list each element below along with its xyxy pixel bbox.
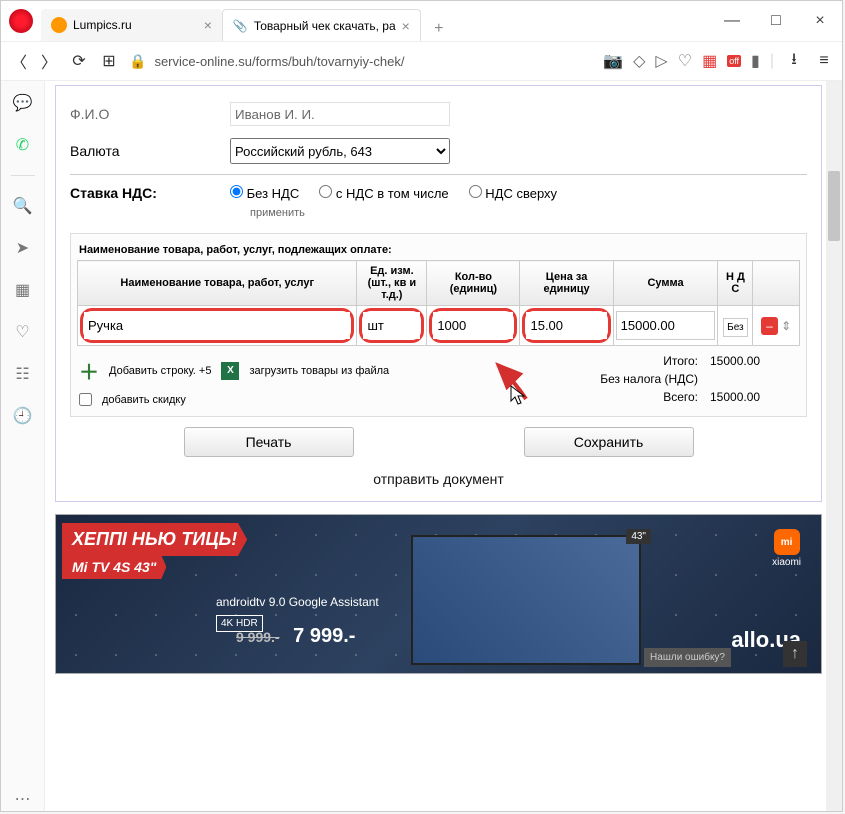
back-button[interactable]: 〈 bbox=[9, 51, 29, 71]
load-file-link[interactable]: загрузить товары из файла bbox=[249, 365, 389, 377]
banner-subtitle: Mi TV 4S 43" bbox=[62, 555, 166, 579]
url-text: service-online.su/forms/buh/tovarnyiy-ch… bbox=[154, 54, 404, 69]
favicon-check: 📎 bbox=[233, 19, 248, 33]
nds-label: Ставка НДС: bbox=[70, 185, 210, 201]
sum-output bbox=[616, 311, 716, 340]
nds-value[interactable]: Без bbox=[723, 318, 748, 337]
vsego-label: Всего: bbox=[663, 390, 698, 404]
col-nds: Н Д С bbox=[718, 261, 753, 306]
fio-input[interactable] bbox=[230, 102, 450, 126]
nds-opt-none[interactable]: Без НДС bbox=[230, 185, 299, 201]
ext-icon[interactable]: ▦ bbox=[702, 51, 717, 71]
tab-check[interactable]: 📎 Товарный чек скачать, ра × bbox=[222, 9, 421, 41]
discount-label: добавить скидку bbox=[102, 394, 186, 406]
close-button[interactable]: × bbox=[798, 5, 842, 37]
unit-input[interactable] bbox=[363, 312, 420, 339]
history-icon[interactable]: 🕘 bbox=[11, 404, 35, 428]
print-button[interactable]: Печать bbox=[184, 427, 354, 457]
reload-button[interactable]: ⟳ bbox=[69, 51, 89, 71]
news-icon[interactable]: ☷ bbox=[11, 362, 35, 386]
adblock-icon[interactable]: off bbox=[727, 55, 741, 67]
scrollbar[interactable] bbox=[826, 81, 842, 811]
sort-icon[interactable]: ⇕ bbox=[781, 319, 791, 333]
price-input[interactable] bbox=[526, 312, 606, 339]
opera-icon bbox=[9, 9, 33, 33]
address-bar[interactable]: 🔒 service-online.su/forms/buh/tovarnyiy-… bbox=[129, 53, 593, 70]
lock-icon: 🔒 bbox=[129, 53, 146, 70]
currency-select[interactable]: Российский рубль, 643 bbox=[230, 138, 450, 164]
qty-input[interactable] bbox=[433, 312, 513, 339]
itogo-value: 15000.00 bbox=[710, 354, 790, 368]
col-price: Цена за единицу bbox=[520, 261, 613, 306]
play-icon[interactable]: ▷ bbox=[655, 51, 667, 71]
table-row: Без – ⇕ bbox=[78, 306, 800, 346]
vsego-value: 15000.00 bbox=[710, 390, 790, 404]
heart-icon[interactable]: ♡ bbox=[11, 320, 35, 344]
bookmark-icon[interactable]: ▮ bbox=[751, 51, 760, 71]
col-unit: Ед. изм. (шт., кв и т.д.) bbox=[357, 261, 427, 306]
tv-size: 43" bbox=[626, 529, 651, 544]
close-icon[interactable]: × bbox=[204, 17, 212, 33]
tab-title: Lumpics.ru bbox=[73, 18, 132, 32]
whatsapp-icon[interactable]: ✆ bbox=[11, 133, 35, 157]
send-document-link[interactable]: отправить документ bbox=[70, 467, 807, 491]
col-actions bbox=[753, 261, 800, 306]
camera-icon[interactable]: 📷 bbox=[603, 51, 623, 71]
more-icon[interactable]: ⋯ bbox=[11, 787, 35, 811]
itogo-label: Итого: bbox=[663, 354, 698, 368]
banner-tech: androidtv 9.0 Google Assistant bbox=[216, 595, 379, 609]
table-title: Наименование товара, работ, услуг, подле… bbox=[77, 240, 800, 260]
tv-image: 43" bbox=[411, 535, 641, 665]
tab-lumpics[interactable]: Lumpics.ru × bbox=[41, 9, 222, 41]
items-table: Наименование товара, работ, услуг Ед. из… bbox=[77, 260, 800, 346]
xiaomi-logo: mi xiaomi bbox=[772, 529, 801, 568]
apply-link[interactable]: применить bbox=[70, 207, 807, 219]
new-tab-button[interactable]: + bbox=[427, 17, 451, 41]
name-input[interactable] bbox=[84, 312, 350, 339]
col-qty: Кол-во (единиц) bbox=[427, 261, 520, 306]
scroll-top-button[interactable]: ↑ bbox=[783, 641, 807, 667]
fio-label: Ф.И.О bbox=[70, 106, 210, 122]
banner-old-price: 9 999.- bbox=[236, 629, 280, 645]
search-icon[interactable]: 🔍 bbox=[11, 194, 35, 218]
menu-icon[interactable]: ≡ bbox=[814, 51, 834, 71]
send-icon[interactable]: ➤ bbox=[11, 236, 35, 260]
col-sum: Сумма bbox=[613, 261, 718, 306]
banner-price: 7 999.- bbox=[293, 625, 355, 647]
nds-opt-top[interactable]: НДС сверху bbox=[469, 185, 557, 201]
excel-icon[interactable]: X bbox=[221, 362, 239, 380]
minimize-button[interactable]: — bbox=[710, 5, 754, 37]
save-button[interactable]: Сохранить bbox=[524, 427, 694, 457]
banner-title: ХЕППІ НЬЮ ТИЦЬ! bbox=[62, 523, 247, 556]
scroll-thumb[interactable] bbox=[828, 171, 840, 241]
tabs: Lumpics.ru × 📎 Товарный чек скачать, ра … bbox=[41, 1, 710, 41]
tab-title: Товарный чек скачать, ра bbox=[254, 19, 396, 33]
shield-icon[interactable]: ◇ bbox=[633, 51, 645, 71]
currency-label: Валюта bbox=[70, 143, 210, 159]
plus-icon[interactable]: ＋ bbox=[79, 356, 99, 385]
favicon-lumpics bbox=[51, 17, 67, 33]
maximize-button[interactable]: □ bbox=[754, 5, 798, 37]
nds-opt-incl[interactable]: с НДС в том числе bbox=[319, 185, 448, 201]
apps-icon[interactable]: ▦ bbox=[11, 278, 35, 302]
heart-icon[interactable]: ♡ bbox=[678, 51, 692, 71]
discount-checkbox[interactable] bbox=[79, 393, 92, 406]
col-name: Наименование товара, работ, услуг bbox=[78, 261, 357, 306]
ad-banner[interactable]: ХЕППІ НЬЮ ТИЦЬ! Mi TV 4S 43" androidtv 9… bbox=[55, 514, 822, 674]
add-row-link[interactable]: Добавить строку. +5 bbox=[109, 365, 211, 377]
delete-row-button[interactable]: – bbox=[761, 317, 778, 335]
nalogi-label: Без налога (НДС) bbox=[600, 372, 698, 386]
download-icon[interactable]: ⭳ bbox=[784, 51, 804, 71]
feedback-button[interactable]: Нашли ошибку? bbox=[644, 648, 731, 667]
sidebar: 💬 ✆ 🔍 ➤ ▦ ♡ ☷ 🕘 ⋯ bbox=[1, 81, 45, 811]
speed-dial-icon[interactable]: ⊞ bbox=[99, 51, 119, 71]
forward-button[interactable]: 〉 bbox=[39, 51, 59, 71]
messenger-icon[interactable]: 💬 bbox=[11, 91, 35, 115]
close-icon[interactable]: × bbox=[402, 18, 410, 34]
